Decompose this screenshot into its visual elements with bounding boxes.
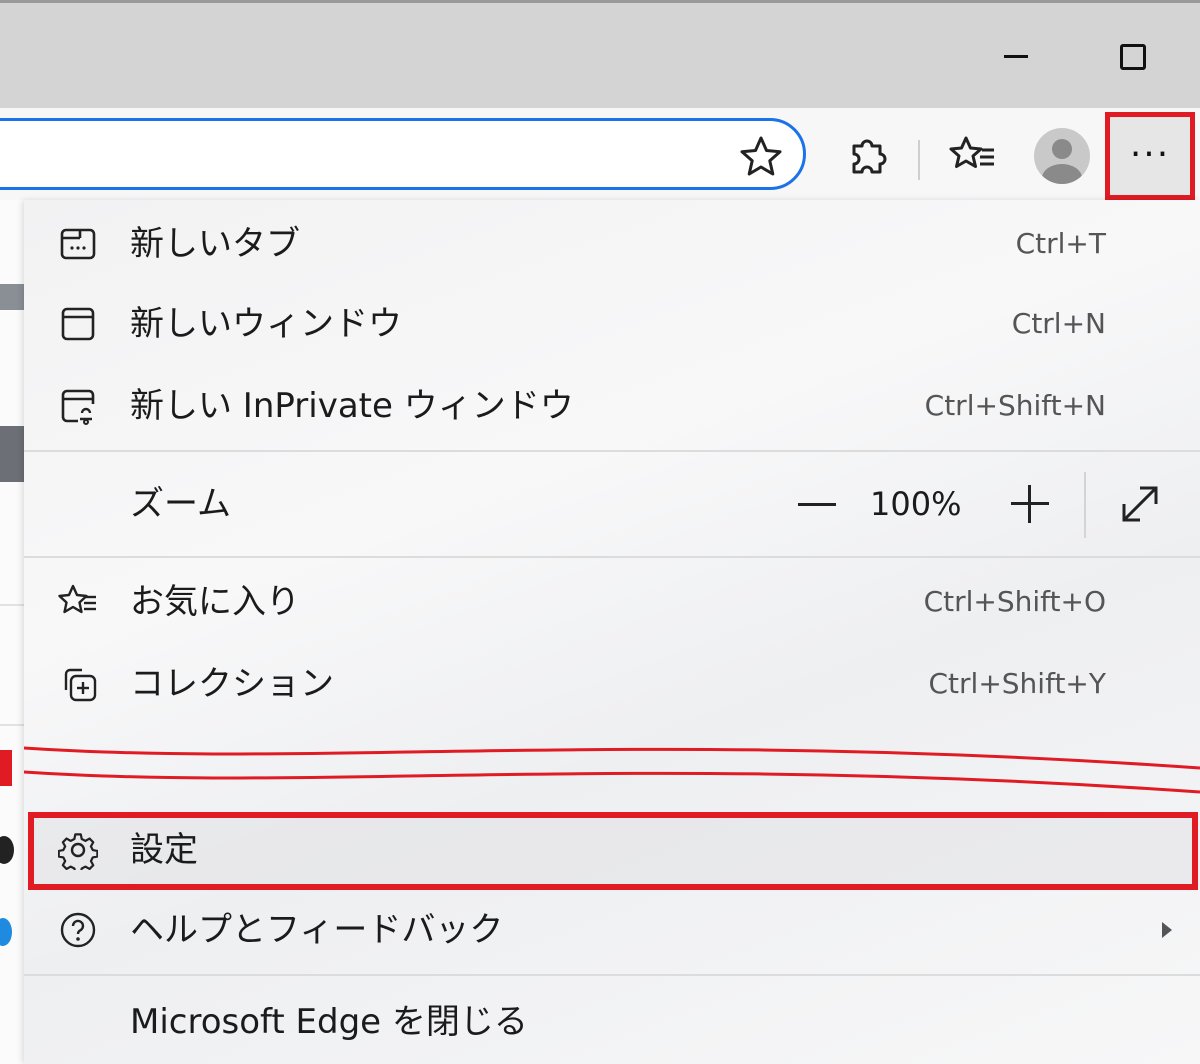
help-icon — [60, 912, 96, 948]
page-fragment — [0, 426, 24, 482]
zoom-divider — [1084, 472, 1086, 538]
plus-icon-vertical — [1028, 485, 1031, 523]
menu-item-label: 設定 — [130, 830, 198, 870]
menu-divider — [24, 556, 1200, 558]
inprivate-icon — [61, 389, 95, 425]
menu-item-shortcut: Ctrl+N — [1011, 307, 1106, 340]
page-divider — [0, 604, 24, 606]
page-fragment — [0, 284, 24, 310]
maximize-button[interactable] — [1102, 30, 1162, 82]
favorites-icon — [949, 136, 994, 168]
menu-item-shortcut: Ctrl+Shift+N — [924, 389, 1106, 422]
add-favorite-button[interactable] — [738, 134, 788, 184]
favorites-icon — [58, 584, 96, 614]
maximize-icon — [1120, 44, 1146, 70]
zoom-in-button[interactable] — [1004, 478, 1056, 530]
menu-item-label: 新しいタブ — [130, 224, 300, 264]
menu-item-shortcut: Ctrl+Shift+O — [923, 585, 1106, 618]
favorites-button[interactable] — [944, 128, 1000, 184]
menu-divider — [24, 974, 1200, 976]
omission-wave-lines — [24, 746, 1200, 794]
menu-item-new-tab[interactable]: 新しいタブ Ctrl+T — [24, 204, 1200, 284]
gear-icon — [58, 833, 98, 870]
menu-item-label: コレクション — [130, 664, 334, 704]
menu-item-shortcut: Ctrl+Shift+Y — [928, 667, 1107, 700]
menu-item-label: Microsoft Edge を閉じる — [130, 1002, 528, 1042]
browser-toolbar — [0, 108, 1200, 200]
menu-item-favorites[interactable]: お気に入り Ctrl+Shift+O — [24, 562, 1200, 642]
menu-item-collections[interactable]: コレクション Ctrl+Shift+Y — [24, 644, 1200, 724]
zoom-label: ズーム — [130, 484, 231, 524]
new-window-icon — [61, 307, 95, 341]
menu-item-help-and-feedback[interactable]: ヘルプとフィードバック — [24, 890, 1200, 970]
toolbar-divider — [918, 140, 920, 180]
chevron-right-icon — [1162, 922, 1172, 938]
menu-item-label: お気に入り — [130, 582, 300, 622]
menu-item-close-edge[interactable]: Microsoft Edge を閉じる — [24, 982, 1200, 1062]
extensions-icon — [852, 139, 887, 174]
profile-button[interactable] — [1034, 128, 1090, 184]
menu-item-new-window[interactable]: 新しいウィンドウ Ctrl+N — [24, 284, 1200, 364]
fullscreen-icon — [1122, 486, 1158, 522]
more-menu-button[interactable]: ··· — [1105, 112, 1195, 200]
new-tab-icon — [60, 228, 96, 260]
minimize-icon — [1004, 55, 1028, 58]
star-icon — [740, 136, 782, 176]
zoom-out-button[interactable] — [792, 478, 844, 530]
profile-icon — [1042, 139, 1082, 184]
page-divider — [0, 724, 24, 726]
fullscreen-button[interactable] — [1114, 478, 1166, 530]
extensions-button[interactable] — [842, 128, 898, 184]
menu-item-label: 新しいウィンドウ — [130, 304, 402, 344]
page-fragment — [0, 836, 14, 864]
menu-item-label: ヘルプとフィードバック — [130, 910, 504, 950]
page-fragment — [0, 918, 12, 946]
menu-item-label: 新しい InPrivate ウィンドウ — [130, 386, 574, 426]
minus-icon — [798, 503, 836, 506]
menu-item-shortcut: Ctrl+T — [1015, 227, 1106, 260]
menu-item-settings[interactable]: 設定 — [24, 810, 1200, 890]
more-icon: ··· — [1129, 134, 1171, 175]
minimize-button[interactable] — [986, 30, 1046, 82]
zoom-row: ズーム 100% — [24, 452, 1200, 556]
page-content-strip — [0, 200, 24, 1064]
title-bar-border — [0, 0, 1200, 3]
page-fragment — [0, 750, 12, 786]
collections-icon — [64, 668, 97, 702]
avatar — [1034, 128, 1090, 184]
menu-item-new-inprivate-window[interactable]: 新しい InPrivate ウィンドウ Ctrl+Shift+N — [24, 366, 1200, 446]
address-bar[interactable] — [0, 118, 806, 190]
settings-and-more-menu: 新しいタブ Ctrl+T 新しいウィンドウ Ctrl+N 新しい InPriva… — [24, 200, 1200, 1064]
zoom-level: 100% — [870, 485, 962, 523]
title-bar — [0, 0, 1200, 108]
